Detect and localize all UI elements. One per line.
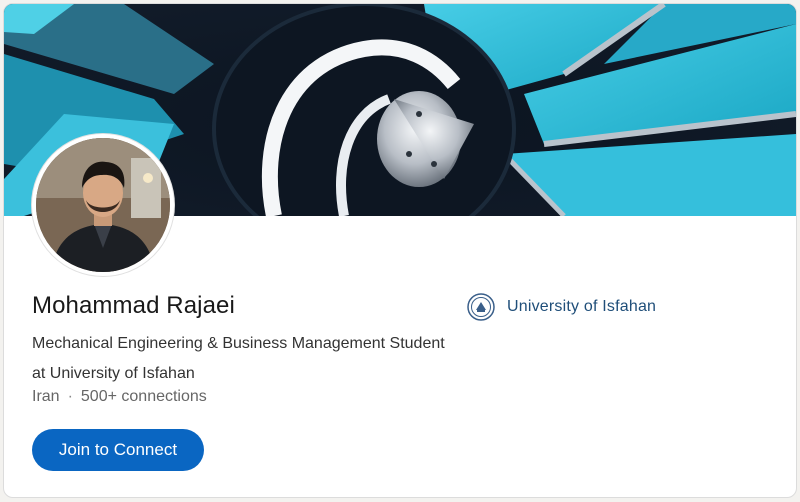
profile-avatar[interactable]	[32, 134, 174, 276]
education-link[interactable]: University of Isfahan	[467, 293, 656, 321]
profile-name: Mohammad Rajaei	[32, 292, 235, 319]
profile-card: Mohammad Rajaei Mechanical Engineering &…	[3, 3, 797, 498]
profile-headline: Mechanical Engineering & Business Manage…	[32, 335, 445, 382]
profile-meta: Iran · 500+ connections	[32, 388, 207, 406]
university-seal-icon	[467, 293, 495, 321]
join-to-connect-button[interactable]: Join to Connect	[32, 429, 204, 471]
profile-connections[interactable]: 500+ connections	[81, 388, 207, 405]
meta-separator: ·	[67, 388, 73, 405]
school-name[interactable]: University of Isfahan	[507, 298, 656, 316]
profile-location: Iran	[32, 388, 60, 405]
